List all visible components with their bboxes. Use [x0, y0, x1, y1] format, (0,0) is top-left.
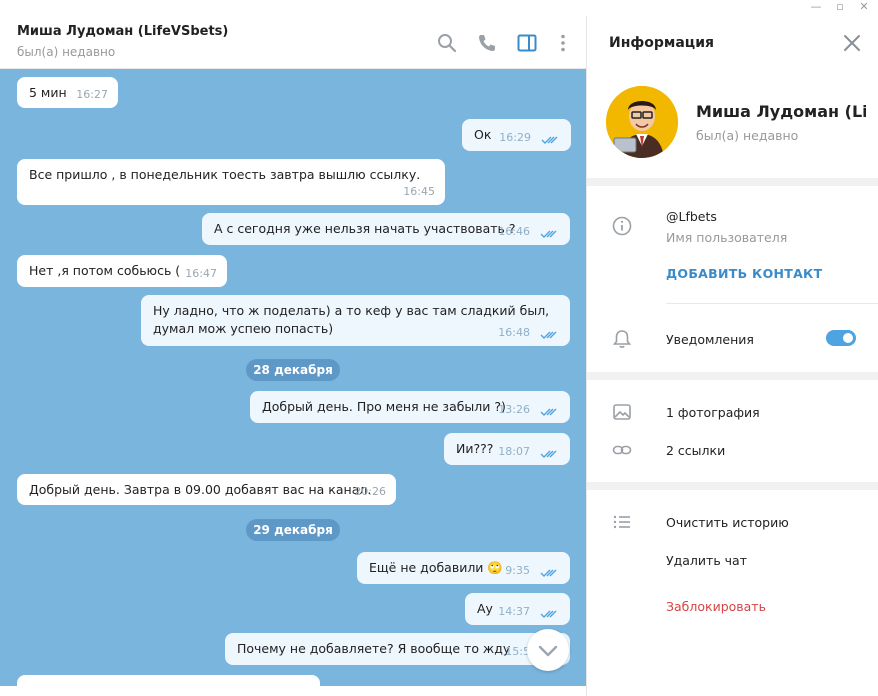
chat-header: Миша Лудоман (LifeVSbets) был(а) недавно: [0, 16, 586, 69]
chat-status: был(а) недавно: [17, 45, 116, 59]
photos-link[interactable]: 1 фотография: [666, 405, 760, 420]
window-bar: — ▫ ✕: [0, 0, 878, 16]
more-options-icon[interactable]: [552, 32, 574, 54]
notifications-label: Уведомления: [666, 332, 754, 347]
section-divider: [587, 178, 878, 186]
phone-icon[interactable]: [476, 32, 498, 54]
message-outgoing[interactable]: Ау 14:37: [465, 593, 570, 625]
message-incoming[interactable]: Все пришло , в понедельник тоесть завтра…: [17, 159, 445, 205]
message-text: 5 мин: [29, 85, 67, 100]
search-icon[interactable]: [436, 32, 458, 54]
section-divider: [587, 372, 878, 380]
read-ticks-icon: [541, 136, 558, 144]
close-icon[interactable]: [842, 33, 862, 53]
message-text: Добрый день. Завтра в 09.00 добавят вас …: [29, 482, 372, 497]
photo-icon: [613, 404, 631, 420]
profile-status: был(а) недавно: [696, 128, 799, 143]
message-time: 16:27: [76, 88, 108, 101]
message-outgoing[interactable]: Ок 16:29: [462, 119, 571, 151]
read-ticks-icon: [540, 569, 557, 577]
chat-title[interactable]: Миша Лудоман (LifeVSbets): [17, 24, 228, 39]
block-button[interactable]: Заблокировать: [666, 599, 766, 614]
read-ticks-icon: [540, 408, 557, 416]
info-panel-title: Информация: [609, 35, 714, 51]
notifications-toggle[interactable]: [826, 330, 856, 346]
info-panel: Информация Миша Лудоман (Li… был(а) неда…: [586, 16, 878, 696]
message-outgoing[interactable]: Добрый день. Про меня не забыли ?) 13:26: [250, 391, 570, 423]
toggle-knob: [841, 331, 855, 345]
message-text: Все пришло , в понедельник тоесть завтра…: [29, 167, 421, 182]
message-outgoing[interactable]: А с сегодня уже нельзя начать участвоват…: [202, 213, 570, 245]
date-separator: 29 декабря: [246, 519, 340, 541]
username-label: Имя пользователя: [666, 230, 788, 245]
message-outgoing[interactable]: Ещё не добавили 🙄 9:35: [357, 552, 570, 584]
message-text: А с сегодня уже нельзя начать участвоват…: [214, 221, 516, 236]
message-incoming[interactable]: 5 мин 16:27: [17, 77, 118, 108]
message-time: 14:37: [498, 605, 530, 618]
message-text: Нет ,я потом собьюсь (: [29, 263, 181, 278]
read-ticks-icon: [540, 450, 557, 458]
message-text: Добрый день. Про меня не забыли ?): [262, 399, 506, 414]
message-time: 16:29: [499, 131, 531, 144]
message-time: 18:07: [498, 445, 530, 458]
message-time: 20:26: [354, 485, 386, 498]
info-icon: [612, 216, 632, 236]
maximize-icon[interactable]: ▫: [830, 0, 850, 14]
avatar[interactable]: [606, 86, 678, 158]
message-text: Ау: [477, 601, 493, 616]
message-time: 16:46: [498, 225, 530, 238]
message-text: Ок: [474, 127, 492, 142]
message-time: 16:45: [403, 185, 435, 198]
profile-name: Миша Лудоман (Li…: [696, 102, 866, 121]
message-outgoing[interactable]: Ии??? 18:07: [444, 433, 570, 465]
chevron-down-icon: [538, 645, 558, 657]
list-icon: [613, 515, 630, 529]
message-time: 16:47: [185, 267, 217, 280]
add-contact-button[interactable]: ДОБАВИТЬ КОНТАКТ: [666, 266, 822, 281]
delete-chat-button[interactable]: Удалить чат: [666, 553, 747, 568]
section-divider: [587, 482, 878, 490]
message-incoming[interactable]: Нет ,я потом собьюсь ( 16:47: [17, 255, 227, 287]
date-separator: 28 декабря: [246, 359, 340, 381]
read-ticks-icon: [540, 331, 557, 339]
message-incoming[interactable]: Добрый день. Завтра в 09.00 добавят вас …: [17, 474, 396, 505]
window-close-icon[interactable]: ✕: [854, 0, 874, 14]
message-time: 9:35: [505, 564, 530, 577]
message-outgoing[interactable]: Ну ладно, что ж поделать) а то кеф у вас…: [141, 295, 570, 346]
message-time: 13:26: [498, 403, 530, 416]
message-text: Ещё не добавили 🙄: [369, 560, 503, 575]
link-icon: [612, 445, 632, 455]
message-outgoing[interactable]: Почему не добавляете? Я вообще то жду 15…: [225, 633, 570, 665]
bell-icon: [612, 330, 632, 348]
links-link[interactable]: 2 ссылки: [666, 443, 725, 458]
message-text: Почему не добавляете? Я вообще то жду: [237, 641, 511, 656]
message-text: Ии???: [456, 441, 494, 456]
compose-bar[interactable]: [0, 686, 586, 696]
chat-messages-area[interactable]: 5 мин 16:27 Ок 16:29 Все пришло , в поне…: [0, 69, 586, 696]
row-divider: [666, 303, 878, 304]
read-ticks-icon: [540, 230, 557, 238]
read-ticks-icon: [540, 610, 557, 618]
username[interactable]: @Lfbets: [666, 209, 717, 224]
avatar-image: [606, 86, 678, 158]
message-text: Ну ладно, что ж поделать) а то кеф у вас…: [153, 303, 550, 336]
message-time: 16:48: [498, 326, 530, 339]
scroll-to-bottom-button[interactable]: [527, 629, 569, 671]
minimize-icon[interactable]: —: [806, 0, 826, 14]
clear-history-button[interactable]: Очистить историю: [666, 515, 789, 530]
sidebar-toggle-icon[interactable]: [516, 32, 538, 54]
